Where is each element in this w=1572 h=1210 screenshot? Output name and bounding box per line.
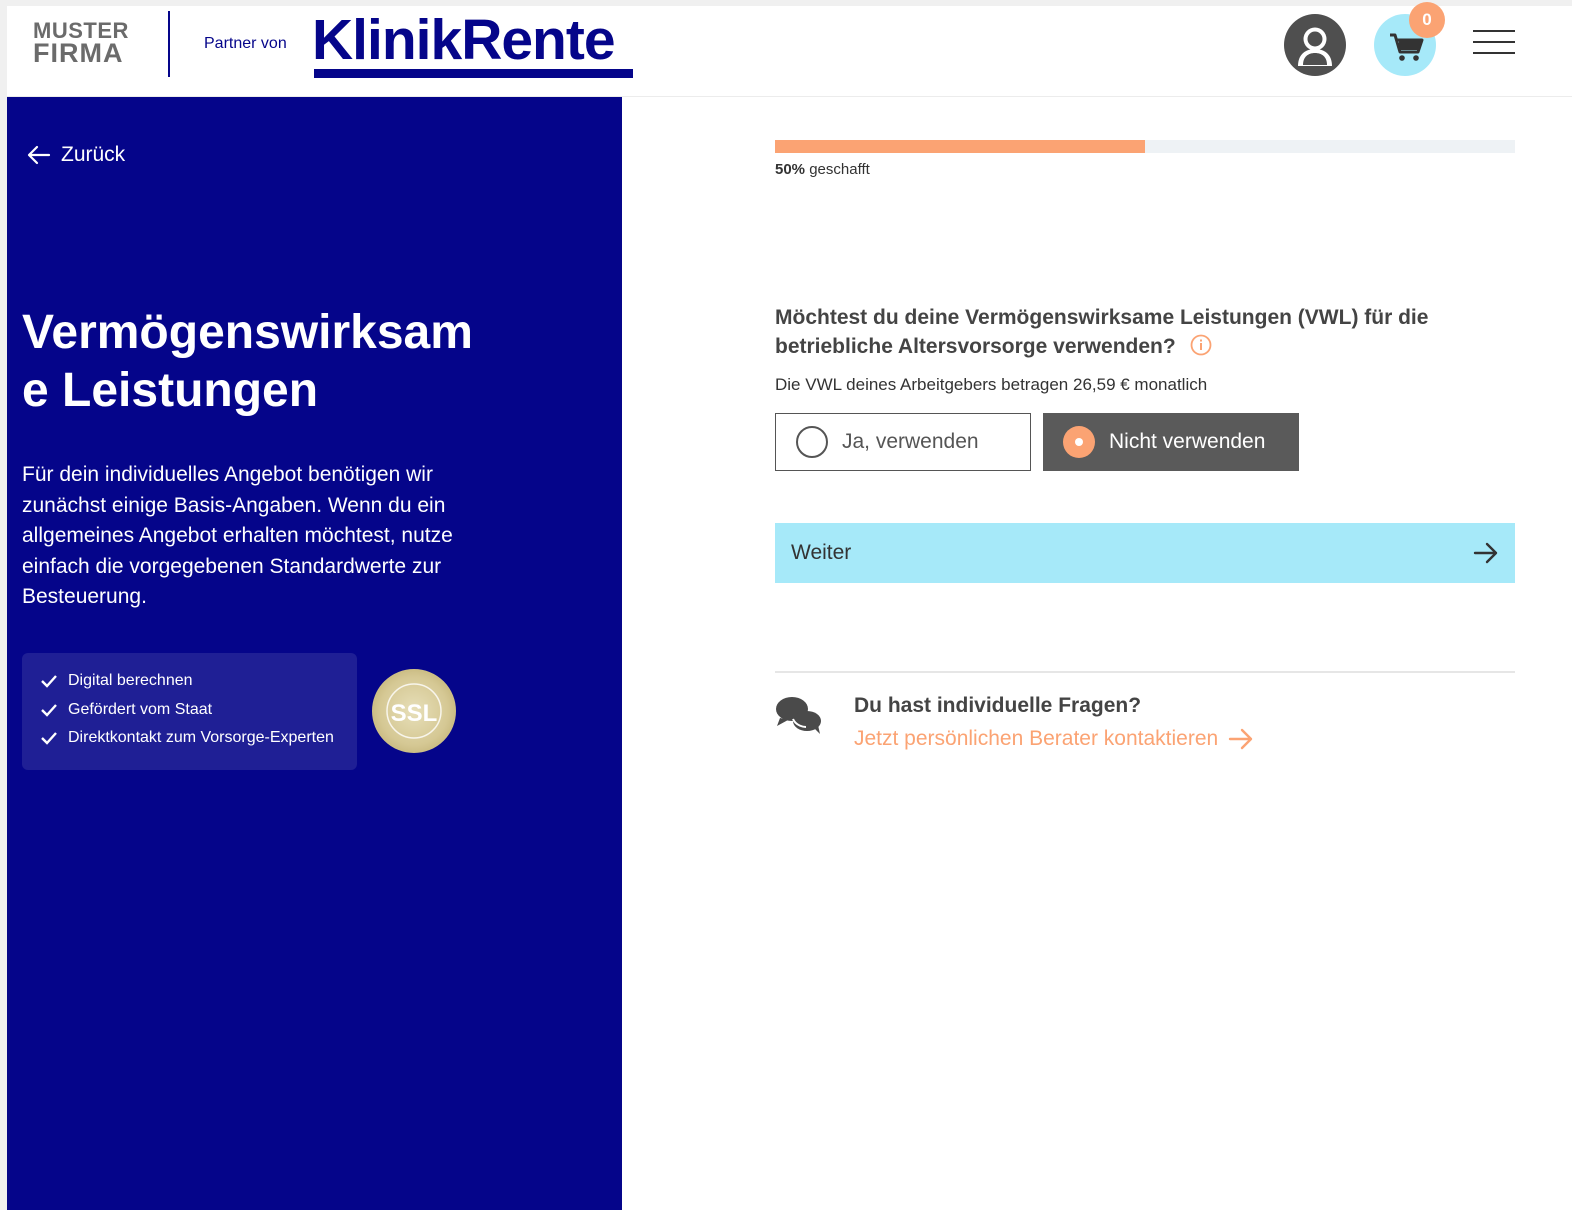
ssl-seal-icon: SSL xyxy=(386,683,442,739)
back-link[interactable]: Zurück xyxy=(27,143,125,167)
option-nicht-verwenden[interactable]: Nicht verwenden xyxy=(1043,413,1299,471)
cart-count-badge: 0 xyxy=(1409,2,1445,38)
arrow-right-icon xyxy=(1229,728,1253,750)
question-text: Möchtest du deine Vermögenswirksame Leis… xyxy=(775,306,1429,358)
info-icon[interactable] xyxy=(1190,334,1212,364)
next-label: Weiter xyxy=(791,541,852,564)
user-account-button[interactable] xyxy=(1284,14,1346,76)
help-title: Du hast individuelle Fragen? xyxy=(854,694,1142,717)
intro-text: Für dein individuelles Angebot benötigen… xyxy=(22,463,453,608)
company-logo-line2: FIRMA xyxy=(33,38,124,68)
company-logo[interactable]: MUSTER FIRMA xyxy=(33,20,133,68)
back-label: Zurück xyxy=(61,143,126,166)
left-info-panel: Zurück Vermögenswirksame Leistungen Für … xyxy=(7,97,622,1210)
svg-text:SSL: SSL xyxy=(391,700,438,727)
progress-label: 50% geschafft xyxy=(775,161,870,178)
progress-bar xyxy=(775,140,1515,153)
section-divider xyxy=(775,671,1515,673)
arrow-left-icon xyxy=(27,145,51,165)
progress-bar-fill xyxy=(775,140,1145,153)
site-header: MUSTER FIRMA Partner von KlinikRente 0 xyxy=(7,2,1572,97)
radio-unselected-icon xyxy=(796,426,828,458)
brand-logo[interactable]: KlinikRente xyxy=(312,8,616,72)
menu-icon xyxy=(1473,30,1515,32)
option-ja-verwenden[interactable]: Ja, verwenden xyxy=(775,413,1031,471)
check-icon xyxy=(41,703,57,717)
brand-underline xyxy=(314,69,633,78)
partner-text: Partner von xyxy=(204,35,287,52)
feature-label: Digital berechnen xyxy=(68,672,193,690)
feature-item: Gefördert vom Staat xyxy=(40,696,357,725)
user-icon xyxy=(1298,27,1332,66)
menu-button[interactable] xyxy=(1473,28,1517,58)
vwl-amount-text: Die VWL deines Arbeitgebers betragen 26,… xyxy=(775,375,1208,394)
next-button[interactable]: Weiter xyxy=(775,523,1515,583)
check-icon xyxy=(41,732,57,745)
radio-selected-icon xyxy=(1063,426,1095,458)
contact-advisor-label: Jetzt persönlichen Berater kontaktieren xyxy=(854,727,1219,750)
feature-item: Direktkontakt zum Vorsorge-Experten xyxy=(40,724,357,753)
progress-percent: 50% xyxy=(775,161,806,178)
ssl-seal: SSL xyxy=(372,669,456,753)
chat-bubbles-icon xyxy=(774,694,824,741)
feature-label: Gefördert vom Staat xyxy=(68,700,213,718)
page-title: Vermögenswirksame Leistungen xyxy=(22,306,473,417)
option-label: Ja, verwenden xyxy=(842,430,979,453)
progress-text: geschafft xyxy=(809,161,870,178)
feature-item: Digital berechnen xyxy=(40,667,357,696)
window-frame-left xyxy=(0,0,7,1210)
logo-divider xyxy=(168,11,170,77)
option-label: Nicht verwenden xyxy=(1109,430,1266,453)
contact-advisor-link[interactable]: Jetzt persönlichen Berater kontaktieren xyxy=(854,727,1254,751)
arrow-right-icon xyxy=(1473,542,1498,564)
check-icon xyxy=(41,675,57,688)
question-heading: Möchtest du deine Vermögenswirksame Leis… xyxy=(775,303,1475,364)
feature-label: Direktkontakt zum Vorsorge-Experten xyxy=(68,729,334,747)
feature-list: Digital berechnen Gefördert vom Staat Di… xyxy=(22,653,357,770)
